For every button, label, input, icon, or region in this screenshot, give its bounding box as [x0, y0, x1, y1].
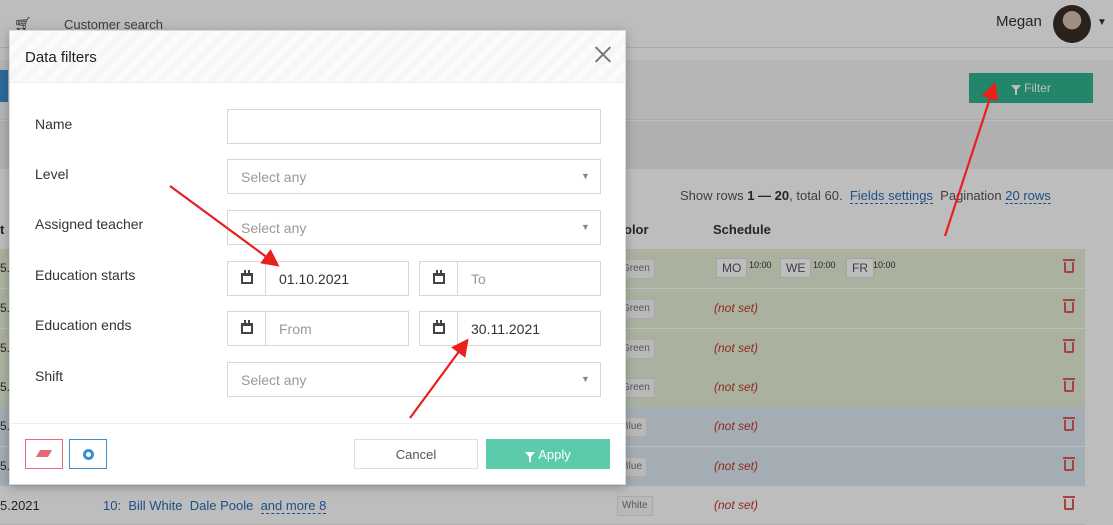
calendar-icon: [241, 320, 253, 334]
filter-settings-button[interactable]: [69, 439, 107, 469]
starts-to-date[interactable]: To: [419, 261, 601, 296]
starts-from-value: 01.10.2021: [279, 271, 350, 287]
ends-to-date[interactable]: 30.11.2021: [419, 311, 601, 346]
calendar-button[interactable]: [228, 262, 266, 295]
chevron-down-icon: ▼: [581, 171, 590, 181]
starts-to-placeholder: To: [471, 271, 486, 287]
chevron-down-icon: ▼: [581, 374, 590, 384]
data-filters-dialog: Data filters Name Level Select any ▼ Ass…: [9, 30, 626, 485]
calendar-button[interactable]: [228, 312, 266, 345]
calendar-icon: [433, 320, 445, 334]
funnel-icon: [525, 451, 536, 462]
clear-filters-button[interactable]: [25, 439, 63, 469]
ends-to-value: 30.11.2021: [471, 321, 541, 337]
starts-from-date[interactable]: 01.10.2021: [227, 261, 409, 296]
cancel-button[interactable]: Cancel: [354, 439, 478, 469]
teacher-label: Assigned teacher: [35, 216, 144, 232]
teacher-select[interactable]: Select any ▼: [227, 210, 601, 245]
dialog-footer-divider: [10, 423, 625, 424]
education-starts-label: Education starts: [35, 267, 136, 283]
name-input[interactable]: [227, 109, 601, 144]
calendar-button[interactable]: [420, 262, 458, 295]
calendar-icon: [241, 270, 253, 284]
calendar-icon: [433, 270, 445, 284]
close-icon[interactable]: [594, 45, 612, 63]
shift-select[interactable]: Select any ▼: [227, 362, 601, 397]
dialog-title: Data filters: [25, 49, 97, 66]
shift-placeholder: Select any: [241, 372, 307, 388]
apply-button-label: Apply: [538, 446, 571, 462]
apply-button[interactable]: Apply: [486, 439, 610, 469]
ends-from-placeholder: From: [279, 321, 312, 337]
chevron-down-icon: ▼: [581, 222, 590, 232]
calendar-button[interactable]: [420, 312, 458, 345]
gear-icon: [83, 449, 94, 460]
level-label: Level: [35, 166, 69, 182]
level-select[interactable]: Select any ▼: [227, 159, 601, 194]
level-placeholder: Select any: [241, 169, 307, 185]
shift-label: Shift: [35, 368, 64, 384]
name-label: Name: [35, 116, 73, 132]
dialog-header: Data filters: [10, 31, 625, 83]
eraser-icon: [35, 450, 53, 457]
teacher-placeholder: Select any: [241, 220, 307, 236]
education-ends-label: Education ends: [35, 317, 132, 333]
ends-from-date[interactable]: From: [227, 311, 409, 346]
